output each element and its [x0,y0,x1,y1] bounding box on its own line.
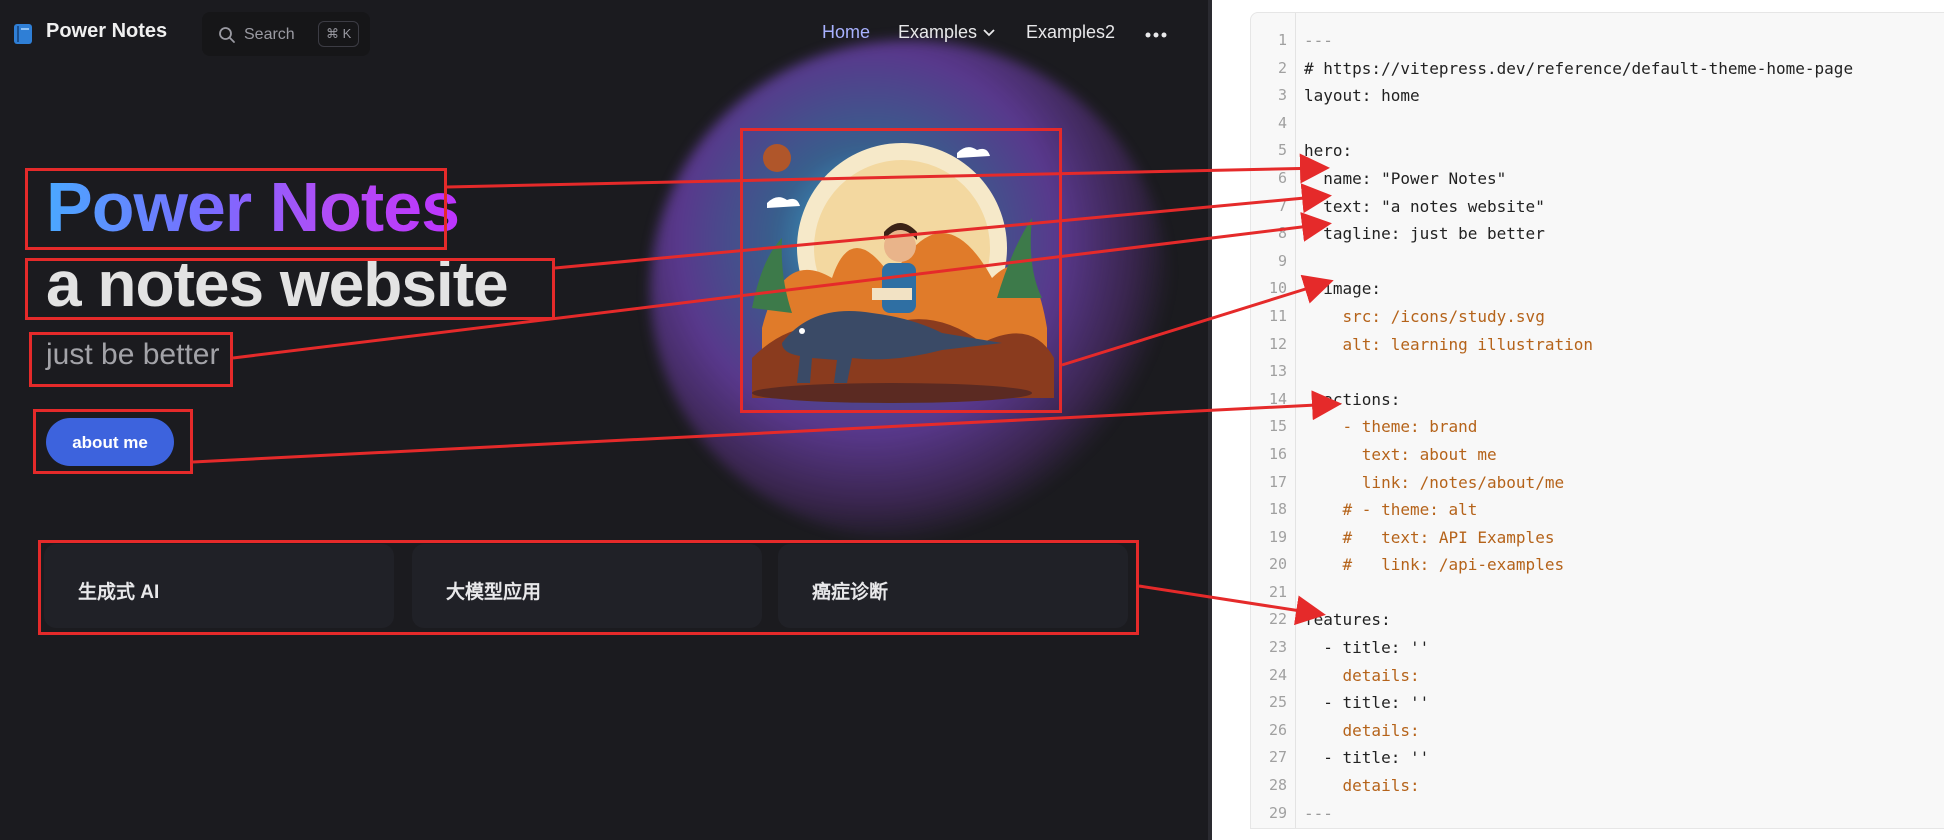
nav-link-examples-label: Examples [898,22,978,42]
line-number: 28 [1268,776,1287,795]
line-number: 29 [1268,803,1287,822]
code-line[interactable]: # https://vitepress.dev/reference/defaul… [1304,55,1853,83]
line-number: 22 [1268,610,1287,629]
line-number: 14 [1268,389,1287,408]
code-content[interactable]: --- # https://vitepress.dev/reference/def… [1304,27,1853,827]
nav-link-home[interactable]: Home [822,22,870,43]
code-line[interactable]: name: "Power Notes" [1304,165,1853,193]
line-number: 15 [1268,417,1287,436]
code-line[interactable]: - title: '' [1304,689,1853,717]
annotation-box-tagline [29,332,233,387]
code-line[interactable]: actions: [1304,386,1853,414]
line-number: 2 [1277,58,1287,77]
annotation-box-action [33,409,193,474]
line-number: 9 [1277,251,1287,270]
line-number: 6 [1277,168,1287,187]
line-number: 11 [1268,306,1287,325]
line-number: 17 [1268,472,1287,491]
line-number: 3 [1277,86,1287,105]
code-line[interactable]: layout: home [1304,82,1853,110]
line-number: 8 [1277,224,1287,243]
code-line[interactable]: tagline: just be better [1304,220,1853,248]
line-number: 24 [1268,665,1287,684]
code-line[interactable]: hero: [1304,137,1853,165]
code-line[interactable]: - title: '' [1304,744,1853,772]
code-line[interactable] [1304,248,1853,276]
code-line[interactable] [1304,110,1853,138]
code-line[interactable]: image: [1304,275,1853,303]
line-number: 23 [1268,638,1287,657]
line-number: 16 [1268,444,1287,463]
code-line[interactable]: text: "a notes website" [1304,193,1853,221]
site-title[interactable]: Power Notes [46,20,167,43]
top-nav: Power Notes Search ⌘ K Home Examples Exa… [0,0,1208,64]
annotation-box-image [740,128,1062,413]
code-line[interactable]: - title: '' [1304,634,1853,662]
line-number: 13 [1268,362,1287,381]
code-line[interactable]: # text: API Examples [1304,524,1853,552]
annotation-box-name [25,168,447,250]
code-line[interactable]: features: [1304,606,1853,634]
line-number: 12 [1268,334,1287,353]
line-number: 25 [1268,693,1287,712]
line-number: 4 [1277,113,1287,132]
code-line[interactable]: # - theme: alt [1304,496,1853,524]
code-line[interactable]: # link: /api-examples [1304,551,1853,579]
search-icon [219,27,235,43]
code-line[interactable]: text: about me [1304,441,1853,469]
line-number: 26 [1268,720,1287,739]
chevron-down-icon [983,29,995,37]
code-pane: 1 2 3 4 5 6 7 8 9 10 11 12 13 14 15 16 17 18 19 20 21 22 23 24 2… [1212,0,1944,840]
line-number: 20 [1268,555,1287,574]
nav-link-examples2[interactable]: Examples2 [1026,22,1115,43]
code-line[interactable]: details: [1304,662,1853,690]
annotation-box-text [25,258,555,320]
search-shortcut: ⌘ K [318,21,360,47]
code-line[interactable]: details: [1304,717,1853,745]
annotation-box-features [38,540,1139,635]
code-line[interactable]: alt: learning illustration [1304,331,1853,359]
yaml-editor[interactable]: 1 2 3 4 5 6 7 8 9 10 11 12 13 14 15 16 17 18 19 20 21 22 23 24 2… [1250,12,1944,829]
line-number: 10 [1268,279,1287,298]
code-line[interactable] [1304,358,1853,386]
ellipsis-icon[interactable] [1145,32,1167,38]
line-number: 21 [1268,582,1287,601]
code-line[interactable]: details: [1304,772,1853,800]
code-line[interactable]: - theme: brand [1304,413,1853,441]
search-button[interactable]: Search ⌘ K [202,12,370,56]
nav-link-examples[interactable]: Examples [898,22,995,43]
line-number-gutter: 1 2 3 4 5 6 7 8 9 10 11 12 13 14 15 16 17 18 19 20 21 22 23 24 2… [1251,27,1295,827]
code-line[interactable]: src: /icons/study.svg [1304,303,1853,331]
line-number: 1 [1277,31,1287,49]
line-number: 19 [1268,527,1287,546]
line-number: 27 [1268,748,1287,767]
search-label: Search [244,26,295,43]
book-icon[interactable] [14,24,32,44]
vitepress-preview: Power Notes Search ⌘ K Home Examples Exa… [0,0,1208,840]
line-number: 5 [1277,141,1287,160]
line-number: 18 [1268,500,1287,519]
code-line[interactable]: --- [1304,27,1853,55]
code-line[interactable]: --- [1304,800,1853,828]
code-line[interactable] [1304,579,1853,607]
line-number: 7 [1277,196,1287,215]
code-line[interactable]: link: /notes/about/me [1304,469,1853,497]
gutter-separator [1295,13,1296,828]
